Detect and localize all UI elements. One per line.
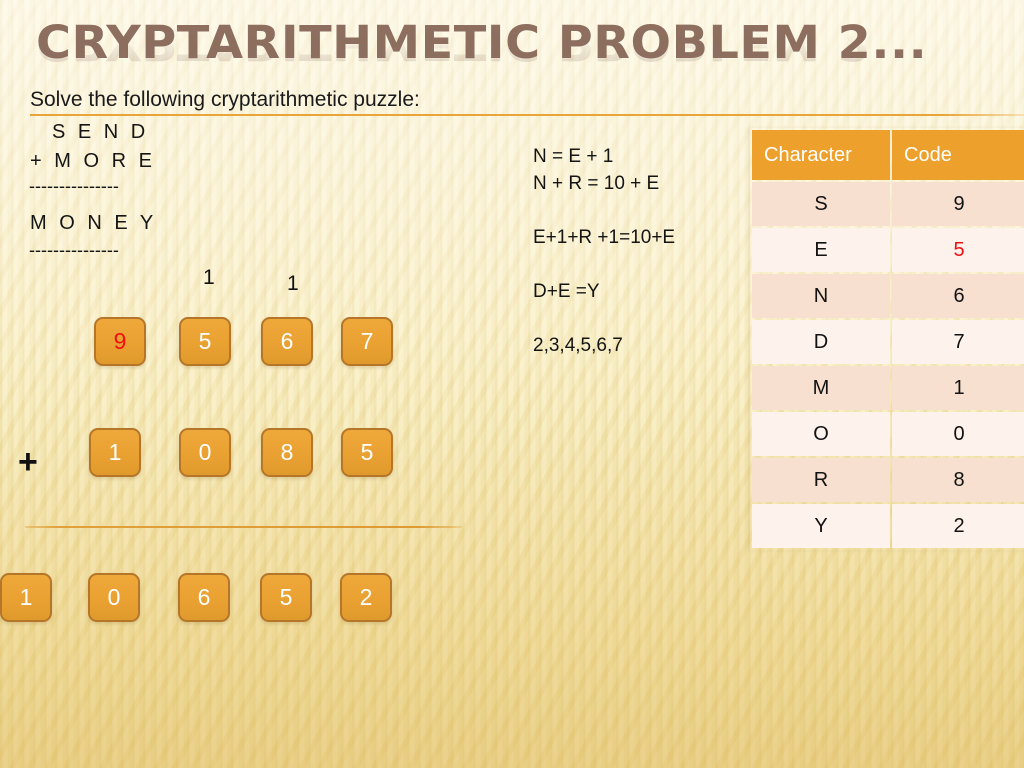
table-row: N 6 xyxy=(752,274,1024,318)
digit-box-addend1-0[interactable]: 9 xyxy=(94,317,146,366)
table-header-character: Character xyxy=(752,130,890,180)
puzzle-addend-more: + M O R E xyxy=(30,150,156,172)
puzzle-sum-money: M O N E Y xyxy=(30,212,157,234)
table-cell-character: E xyxy=(752,228,890,272)
table-cell-character: R xyxy=(752,458,890,502)
carry-digit-2: 1 xyxy=(287,272,299,295)
digit-box-addend2-3[interactable]: 5 xyxy=(341,428,393,477)
equation-line-3: E+1+R +1=10+E xyxy=(533,227,676,248)
table-row: D 7 xyxy=(752,320,1024,364)
puzzle-divider-bottom: --------------- xyxy=(29,240,119,260)
table-cell-character: N xyxy=(752,274,890,318)
digit-box-result-3[interactable]: 5 xyxy=(260,573,312,622)
table-cell-character: O xyxy=(752,412,890,456)
title-divider xyxy=(30,114,1024,116)
equation-line-1: N = E + 1 xyxy=(533,146,614,167)
table-header-row: Character Code xyxy=(752,130,1024,180)
table-cell-code: 9 xyxy=(892,182,1024,226)
slide-canvas: CRYPTARITHMETIC PROBLEM 2... CRYPTARITHM… xyxy=(0,0,1024,768)
equation-line-5: 2,3,4,5,6,7 xyxy=(533,335,623,356)
table-cell-code: 2 xyxy=(892,504,1024,548)
table-cell-code: 8 xyxy=(892,458,1024,502)
puzzle-divider-top: --------------- xyxy=(29,176,119,196)
table-row: O 0 xyxy=(752,412,1024,456)
table-row: E 5 xyxy=(752,228,1024,272)
table-cell-code: 5 xyxy=(892,228,1024,272)
digit-box-result-1[interactable]: 0 xyxy=(88,573,140,622)
digit-box-addend2-1[interactable]: 0 xyxy=(179,428,231,477)
table-cell-character: D xyxy=(752,320,890,364)
table-row: S 9 xyxy=(752,182,1024,226)
carry-digit-1: 1 xyxy=(203,266,215,289)
table-header-code: Code xyxy=(892,130,1024,180)
plus-operator: + xyxy=(18,443,38,481)
table-row: M 1 xyxy=(752,366,1024,410)
intro-text: Solve the following cryptarithmetic puzz… xyxy=(30,88,420,111)
character-code-table: Character Code S 9 E 5 N 6 D 7 M 1 O 0 R… xyxy=(750,128,1024,550)
equation-line-2: N + R = 10 + E xyxy=(533,173,660,194)
table-cell-code: 0 xyxy=(892,412,1024,456)
equations-block: N = E + 1 N + R = 10 + E E+1+R +1=10+E D… xyxy=(533,146,743,362)
digit-box-result-0[interactable]: 1 xyxy=(0,573,52,622)
digit-box-addend2-0[interactable]: 1 xyxy=(89,428,141,477)
table-cell-character: S xyxy=(752,182,890,226)
digit-box-result-2[interactable]: 6 xyxy=(178,573,230,622)
table-row: R 8 xyxy=(752,458,1024,502)
table-row: Y 2 xyxy=(752,504,1024,548)
table-cell-code: 1 xyxy=(892,366,1024,410)
digit-box-addend2-2[interactable]: 8 xyxy=(261,428,313,477)
equation-line-4: D+E =Y xyxy=(533,281,600,302)
digit-box-result-4[interactable]: 2 xyxy=(340,573,392,622)
digit-box-addend1-2[interactable]: 6 xyxy=(261,317,313,366)
table-cell-character: Y xyxy=(752,504,890,548)
puzzle-addend-send: S E N D xyxy=(52,121,149,143)
digit-box-addend1-1[interactable]: 5 xyxy=(179,317,231,366)
sum-divider xyxy=(25,526,462,528)
digit-box-addend1-3[interactable]: 7 xyxy=(341,317,393,366)
page-title-reflection: CRYPTARITHMETIC PROBLEM 2... xyxy=(36,32,884,66)
table-cell-character: M xyxy=(752,366,890,410)
table-cell-code: 6 xyxy=(892,274,1024,318)
table-cell-code: 7 xyxy=(892,320,1024,364)
